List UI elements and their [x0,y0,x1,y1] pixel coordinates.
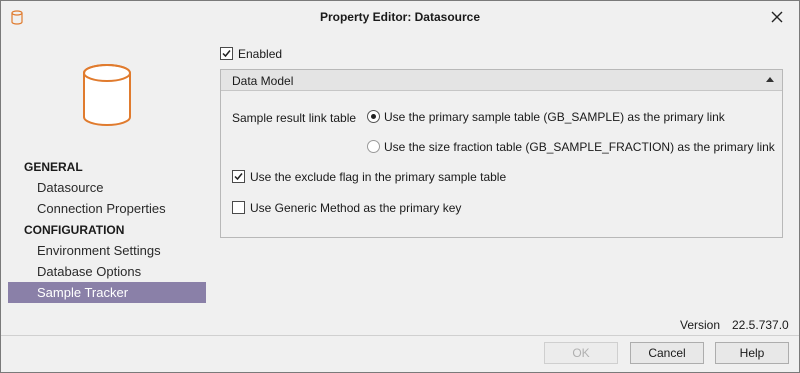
exclude-flag-checkbox[interactable] [232,170,245,183]
version-value: 22.5.737.0 [732,318,789,332]
size-fraction-label[interactable]: Use the size fraction table (GB_SAMPLE_F… [384,140,775,154]
version-label: Version [680,318,721,332]
exclude-flag-label[interactable]: Use the exclude flag in the primary samp… [250,170,506,184]
data-model-title: Data Model [232,74,294,88]
enabled-checkbox[interactable] [220,47,233,60]
cancel-button[interactable]: Cancel [630,342,704,364]
footer-separator [1,335,799,336]
window-title: Property Editor: Datasource [319,10,481,24]
collapse-arrow-icon[interactable] [766,77,774,82]
property-editor-window: Property Editor: Datasource GENERAL Data… [0,0,800,373]
nav-item-datasource[interactable]: Datasource [8,177,206,198]
primary-sample-radio[interactable] [367,110,380,123]
ok-button[interactable]: OK [544,342,618,364]
nav-header-configuration: CONFIGURATION [24,223,125,237]
nav-item-sample-tracker[interactable]: Sample Tracker [8,282,206,303]
primary-sample-label[interactable]: Use the primary sample table (GB_SAMPLE)… [384,110,725,124]
nav-item-connection-properties[interactable]: Connection Properties [8,198,206,219]
generic-method-checkbox[interactable] [232,201,245,214]
close-icon[interactable] [769,9,785,25]
generic-method-label[interactable]: Use Generic Method as the primary key [250,201,461,215]
checkmark-icon [222,50,231,58]
nav-item-environment-settings[interactable]: Environment Settings [8,240,206,261]
size-fraction-radio[interactable] [367,140,380,153]
nav-item-database-options[interactable]: Database Options [8,261,206,282]
nav-header-general: GENERAL [24,160,83,174]
enabled-label[interactable]: Enabled [238,47,282,61]
help-button[interactable]: Help [715,342,789,364]
data-model-header[interactable]: Data Model [221,70,782,91]
title-bar: Property Editor: Datasource [1,1,799,33]
checkmark-icon [234,173,243,181]
link-table-label: Sample result link table [232,111,357,125]
database-cylinder-icon [83,64,131,126]
